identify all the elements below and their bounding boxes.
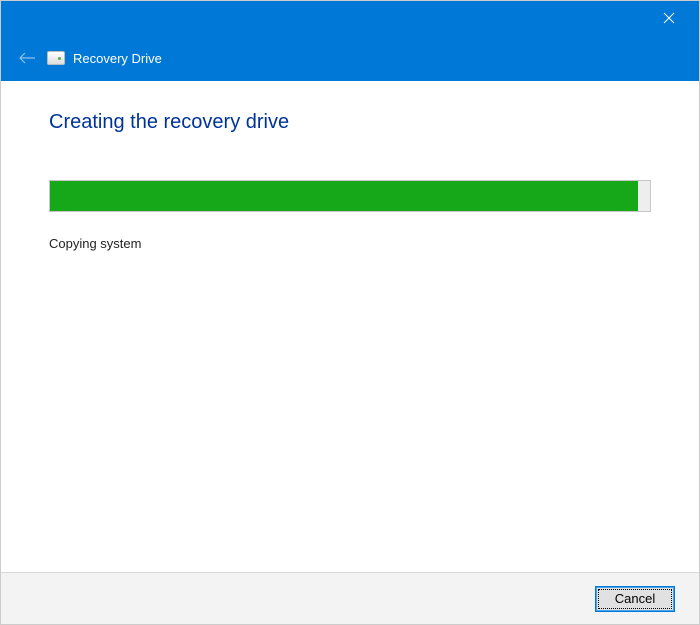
page-title: Creating the recovery drive [49,111,651,134]
wizard-footer: Cancel [1,572,699,624]
cancel-button[interactable]: Cancel [595,586,675,612]
app-title: Recovery Drive [73,51,162,66]
drive-icon [47,51,65,65]
back-button [13,44,41,72]
wizard-content: Creating the recovery drive Copying syst… [1,81,699,572]
progress-fill [50,181,638,211]
wizard-header: Recovery Drive [1,35,699,81]
close-icon [663,12,675,24]
status-text: Copying system [49,236,651,251]
back-arrow-icon [18,51,36,65]
title-bar [1,1,699,35]
progress-bar [49,180,651,212]
window-close-button[interactable] [646,1,691,35]
